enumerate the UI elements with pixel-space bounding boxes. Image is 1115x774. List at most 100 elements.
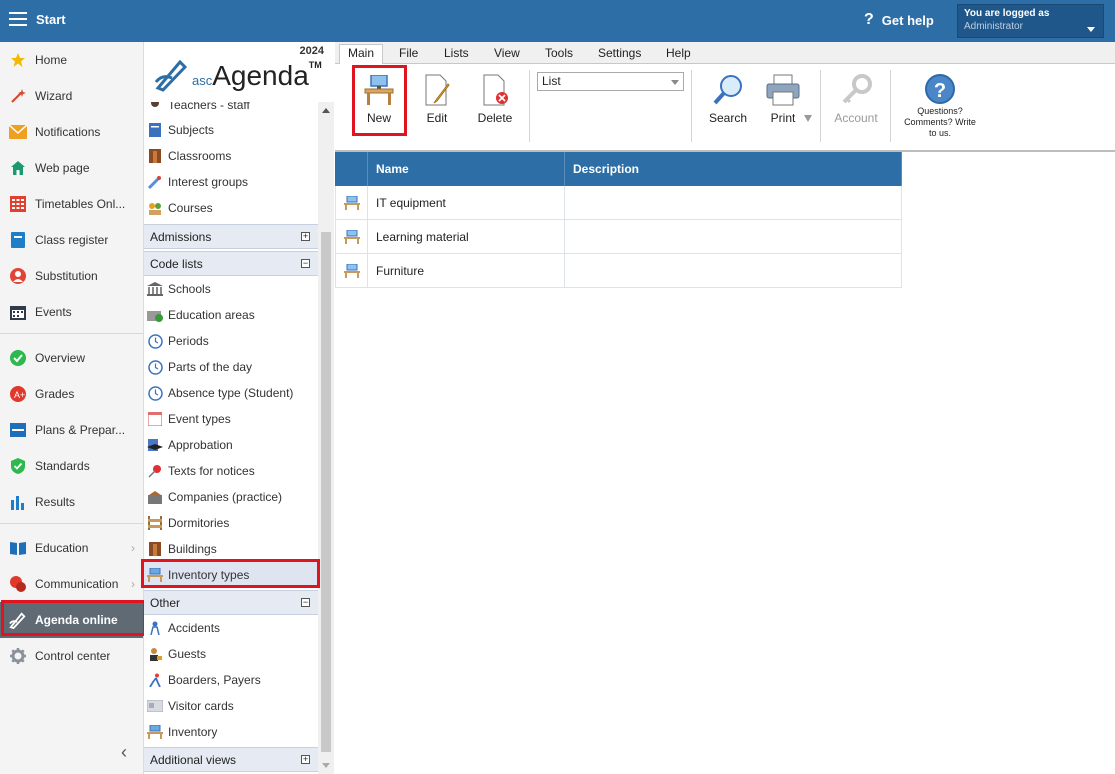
list-item-guests[interactable]: Guests <box>144 641 318 667</box>
list-item-approbation[interactable]: Approbation <box>144 432 318 458</box>
list-item-education-areas[interactable]: Education areas <box>144 302 318 328</box>
section-additional-views[interactable]: Additional views + <box>144 747 318 772</box>
agenda-list: Teachers - staff Subjects Classrooms Int… <box>144 102 318 774</box>
tab-tools[interactable]: Tools <box>537 45 581 64</box>
section-code-lists[interactable]: Code lists − <box>144 251 318 276</box>
list-item-dormitories[interactable]: Dormitories <box>144 510 318 536</box>
list-item-accidents[interactable]: Accidents <box>144 615 318 641</box>
list-item-companies-practice[interactable]: Companies (practice) <box>144 484 318 510</box>
list-item-label: Schools <box>168 282 211 296</box>
nav-item-plans-preparations[interactable]: Plans & Prepar... <box>0 412 143 448</box>
nav-item-control-center[interactable]: Control center <box>0 638 143 674</box>
hamburger-menu-icon[interactable] <box>9 12 27 26</box>
list-item-classrooms[interactable]: Classrooms <box>144 143 318 169</box>
cell-description[interactable] <box>565 186 902 219</box>
list-item-visitor-cards[interactable]: Visitor cards <box>144 693 318 719</box>
tab-view[interactable]: View <box>486 45 528 64</box>
collapse-sidebar-icon[interactable]: ‹ <box>121 742 127 763</box>
account-button[interactable]: Account <box>830 64 882 134</box>
expand-icon[interactable]: + <box>301 232 310 241</box>
list-item-subjects[interactable]: Subjects <box>144 117 318 143</box>
logo-asc: asc <box>192 73 213 88</box>
collapse-icon[interactable]: − <box>301 598 310 607</box>
chevron-down-icon <box>1087 27 1095 32</box>
nav-item-agenda-online[interactable]: Agenda online <box>0 602 143 638</box>
nav-item-class-register[interactable]: Class register <box>0 222 143 258</box>
list-item-inventory-types[interactable]: Inventory types <box>144 562 318 588</box>
list-item-label: Classrooms <box>168 149 232 163</box>
cell-description[interactable] <box>565 220 902 253</box>
list-item-buildings[interactable]: Buildings <box>144 536 318 562</box>
print-button[interactable]: Print <box>757 64 809 134</box>
list-item-texts-for-notices[interactable]: Texts for notices <box>144 458 318 484</box>
tab-help[interactable]: Help <box>658 45 699 64</box>
print-dropdown-icon[interactable] <box>804 115 812 122</box>
nav-item-home[interactable]: Home <box>0 42 143 78</box>
nav-item-standards[interactable]: Standards <box>0 448 143 484</box>
view-select-value: List <box>542 74 561 88</box>
table-row[interactable]: Learning material <box>335 220 902 254</box>
expand-icon[interactable]: + <box>301 755 310 764</box>
column-header-name[interactable]: Name <box>368 152 565 186</box>
nav-item-overview[interactable]: Overview <box>0 340 143 376</box>
user-menu[interactable]: You are logged as Administrator <box>957 4 1104 38</box>
nav-divider <box>0 333 143 334</box>
view-select[interactable]: List <box>537 72 684 91</box>
nav-item-education[interactable]: Education › <box>0 530 143 566</box>
building-columns-icon <box>147 281 163 297</box>
get-help-button[interactable]: ? Get help <box>864 11 934 29</box>
panel-scrollbar[interactable] <box>318 102 334 774</box>
nav-item-events[interactable]: Events <box>0 294 143 330</box>
edit-button[interactable]: Edit <box>411 64 463 134</box>
teachers-icon <box>147 102 163 113</box>
list-item-teachers-staff[interactable]: Teachers - staff <box>144 102 318 118</box>
cell-name[interactable]: Learning material <box>368 220 565 253</box>
nav-item-grades[interactable]: A+ Grades <box>0 376 143 412</box>
list-item-event-types[interactable]: Event types <box>144 406 318 432</box>
nav-item-timetables-online[interactable]: Timetables Onl... <box>0 186 143 222</box>
desk-computer-icon <box>362 74 396 106</box>
search-button[interactable]: Search <box>702 64 754 134</box>
cell-name[interactable]: IT equipment <box>368 186 565 219</box>
nav-item-web-page[interactable]: Web page <box>0 150 143 186</box>
list-item-courses[interactable]: Courses <box>144 195 318 221</box>
list-item-periods[interactable]: Periods <box>144 328 318 354</box>
table-row[interactable]: IT equipment <box>335 186 902 220</box>
nav-item-notifications[interactable]: Notifications <box>0 114 143 150</box>
new-button[interactable]: New <box>353 64 405 134</box>
factory-icon <box>147 489 163 505</box>
nav-item-substitution[interactable]: Substitution <box>0 258 143 294</box>
nav-item-communication[interactable]: Communication › <box>0 566 143 602</box>
cell-name[interactable]: Furniture <box>368 254 565 287</box>
list-item-label: Guests <box>168 647 207 661</box>
tab-main[interactable]: Main <box>339 44 384 65</box>
chat-icon <box>9 575 27 593</box>
column-header-description[interactable]: Description <box>565 152 902 186</box>
tab-file[interactable]: File <box>391 45 426 64</box>
tab-settings[interactable]: Settings <box>590 45 649 64</box>
nav-item-wizard[interactable]: Wizard <box>0 78 143 114</box>
card-icon <box>147 698 163 714</box>
list-item-schools[interactable]: Schools <box>144 276 318 302</box>
list-item-interest-groups[interactable]: Interest groups <box>144 169 318 195</box>
tab-lists[interactable]: Lists <box>436 45 477 64</box>
questions-feedback-button[interactable]: ? Questions? Comments? Write to us. <box>901 74 979 139</box>
list-item-label: Education areas <box>168 308 255 322</box>
cell-description[interactable] <box>565 254 902 287</box>
scroll-up-icon[interactable] <box>322 108 330 113</box>
collapse-icon[interactable]: − <box>301 259 310 268</box>
list-item-absence-type[interactable]: Absence type (Student) <box>144 380 318 406</box>
ribbon-divider <box>691 70 692 142</box>
list-item-inventory[interactable]: Inventory <box>144 719 318 745</box>
section-other[interactable]: Other − <box>144 590 318 615</box>
delete-button[interactable]: Delete <box>469 64 521 134</box>
table-row[interactable]: Furniture <box>335 254 902 288</box>
nav-item-results[interactable]: Results <box>0 484 143 520</box>
app-title[interactable]: Start <box>36 12 66 27</box>
section-admissions[interactable]: Admissions + <box>144 224 318 249</box>
scroll-down-icon[interactable] <box>322 763 330 768</box>
list-item-boarders-payers[interactable]: Boarders, Payers <box>144 667 318 693</box>
graduation-icon <box>147 437 163 453</box>
list-item-parts-of-day[interactable]: Parts of the day <box>144 354 318 380</box>
scroll-thumb[interactable] <box>321 232 331 752</box>
